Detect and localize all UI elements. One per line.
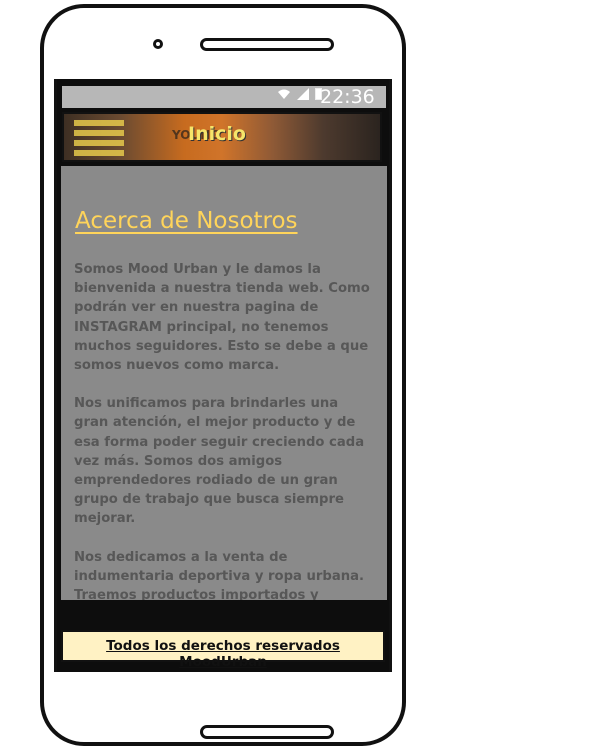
about-paragraph-2: Nos unificamos para brindarles una gran … [74, 396, 365, 527]
home-button[interactable] [200, 725, 334, 739]
status-icons [277, 88, 322, 100]
footer: Todos los derechos reservados MoodUrban [61, 630, 385, 670]
page-title: Inicio [188, 123, 246, 145]
hamburger-menu-icon[interactable] [74, 118, 124, 158]
signal-icon [297, 88, 309, 100]
wifi-icon [278, 89, 290, 99]
footer-copyright-link[interactable]: Todos los derechos reservados MoodUrban [63, 638, 383, 670]
about-heading: Acerca de Nosotros [75, 208, 298, 234]
about-paragraph-1: Somos Mood Urban y le damos la bienvenid… [74, 262, 370, 374]
about-text: Somos Mood Urban y le damos la bienvenid… [74, 260, 376, 600]
speaker-grille [200, 38, 334, 51]
about-paragraph-3: Nos dedicamos a la venta de indumentaria… [74, 549, 365, 600]
status-bar: 22:36 [62, 86, 386, 108]
clock: 22:36 [320, 86, 375, 108]
camera-icon [153, 39, 163, 49]
about-section: Acerca de Nosotros Somos Mood Urban y le… [61, 166, 387, 600]
app-header: YOUNG Inicio [62, 112, 382, 162]
